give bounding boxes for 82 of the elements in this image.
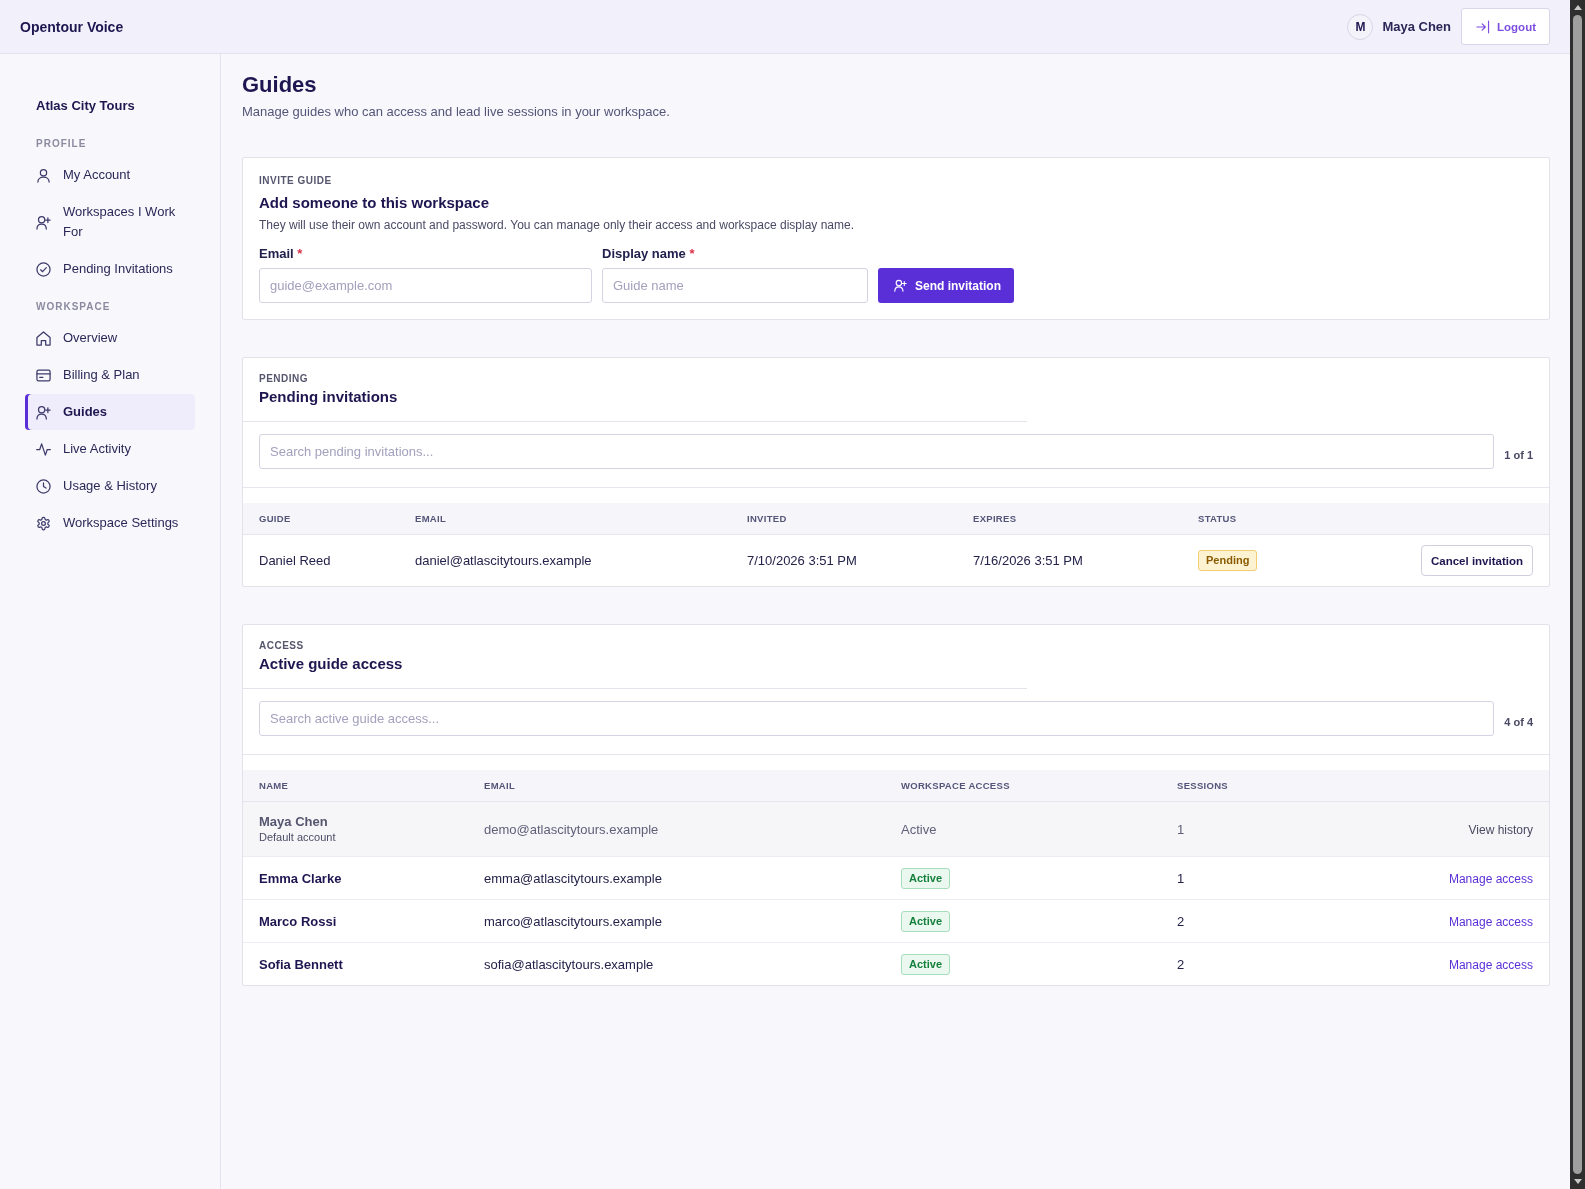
check-circle-icon (36, 261, 51, 277)
section-eyebrow: INVITE GUIDE (259, 174, 333, 188)
guide-name: Marco Rossi (259, 913, 338, 929)
manage-access-link[interactable]: Manage access (1448, 914, 1533, 929)
home-icon (36, 330, 51, 346)
column-header: EXPIRES (973, 513, 1018, 524)
table-cell-text: sofia@atlascitytours.example (484, 956, 655, 972)
section-label: PROFILE (35, 137, 88, 151)
person-add-icon (36, 214, 51, 230)
user-name: Maya Chen (1382, 19, 1452, 34)
send-invitation-button[interactable]: Send invitation (878, 268, 1014, 303)
page-subtitle: Manage guides who can access and lead live sessions in your workspace. (242, 103, 671, 121)
account-note: Default account (259, 830, 337, 845)
column-header: WORKSPACE ACCESS (901, 780, 1011, 791)
page-title: Guides (242, 71, 318, 99)
guide-name: Maya Chen (259, 813, 329, 830)
settings-icon (36, 515, 51, 531)
table-cell-text: 2 (1177, 913, 1186, 929)
field-label: Email * (259, 245, 304, 263)
column-header: EMAIL (415, 513, 448, 524)
status-badge: Active (901, 910, 951, 932)
user-avatar: M (1347, 13, 1374, 40)
section-eyebrow: PENDING (259, 372, 310, 386)
card-icon (36, 367, 51, 383)
result-count: 1 of 1 (1504, 447, 1533, 461)
section-title: Active guide access (259, 654, 404, 674)
view-history-link[interactable]: View history (1468, 822, 1533, 837)
nav-item[interactable]: Workspaces I Work For (25, 194, 195, 250)
column-header: SESSIONS (1177, 780, 1229, 791)
section-title: Pending invitations (259, 387, 399, 407)
table-cell-text: 7/10/2026 3:51 PM (747, 553, 858, 568)
column-header: GUIDE (259, 513, 292, 524)
nav-item[interactable]: Live Activity (25, 431, 195, 467)
logout-button[interactable]: Logout (1461, 8, 1550, 45)
section-label: WORKSPACE (35, 300, 112, 314)
table-cell-text: 2 (1177, 956, 1186, 972)
column-header: INVITED (747, 513, 788, 524)
status-badge: Pending (1198, 550, 1258, 571)
nav-item[interactable]: Billing & Plan (25, 357, 195, 393)
section-description: They will use their own account and password. You can manage only their access and workspace display name. (259, 217, 855, 233)
column-header: EMAIL (484, 780, 517, 791)
cancel-invitation-button[interactable]: Cancel invitation (1420, 545, 1533, 576)
clock-icon (36, 478, 51, 494)
table-cell-text: 1 (1177, 821, 1186, 837)
nav-item[interactable]: Workspace Settings (25, 505, 195, 541)
table-cell-text: emma@atlascitytours.example (484, 870, 663, 886)
manage-access-link[interactable]: Manage access (1448, 957, 1533, 972)
nav-item[interactable]: Pending Invitations (25, 251, 195, 287)
person-icon (36, 167, 51, 183)
status-badge: Active (901, 953, 951, 975)
search-field[interactable]: Search pending invitations... (259, 434, 1495, 469)
table-cell-text: Daniel Reed (259, 553, 332, 568)
arrow-into-bar-icon (1476, 19, 1491, 34)
person-add-icon (36, 404, 51, 420)
search-field[interactable]: Search active guide access... (259, 701, 1495, 736)
table-cell-text: daniel@atlascitytours.example (415, 553, 593, 568)
result-count: 4 of 4 (1504, 714, 1533, 728)
person-add-icon (894, 279, 907, 292)
manage-access-link[interactable]: Manage access (1448, 871, 1533, 886)
table-cell-text: 1 (1177, 870, 1186, 886)
nav-item[interactable]: Overview (25, 320, 195, 356)
column-header: STATUS (1198, 513, 1238, 524)
nav-item[interactable]: My Account (25, 157, 195, 193)
section-eyebrow: ACCESS (259, 639, 305, 653)
nav-item[interactable]: Usage & History (25, 468, 195, 504)
guide-name: Emma Clarke (259, 870, 343, 886)
app-title: Opentour Voice (20, 18, 124, 35)
table-cell-text: 7/16/2026 3:51 PM (973, 553, 1084, 568)
table-cell-text: Active (901, 821, 938, 837)
text-field[interactable]: guide@example.com (259, 268, 592, 303)
scrollbar[interactable] (1570, 0, 1585, 1189)
workspace-name: Atlas City Tours (35, 97, 136, 115)
table-cell-text: marco@atlascitytours.example (484, 913, 663, 929)
section-title: Add someone to this workspace (259, 193, 491, 213)
column-header: NAME (259, 780, 290, 791)
guide-name: Sofia Bennett (259, 956, 344, 972)
text-field[interactable]: Guide name (602, 268, 868, 303)
table-cell-text: demo@atlascitytours.example (484, 821, 660, 837)
pulse-icon (36, 441, 51, 457)
nav-item[interactable]: Guides (25, 394, 195, 430)
field-label: Display name * (602, 245, 696, 263)
status-badge: Active (901, 867, 951, 889)
